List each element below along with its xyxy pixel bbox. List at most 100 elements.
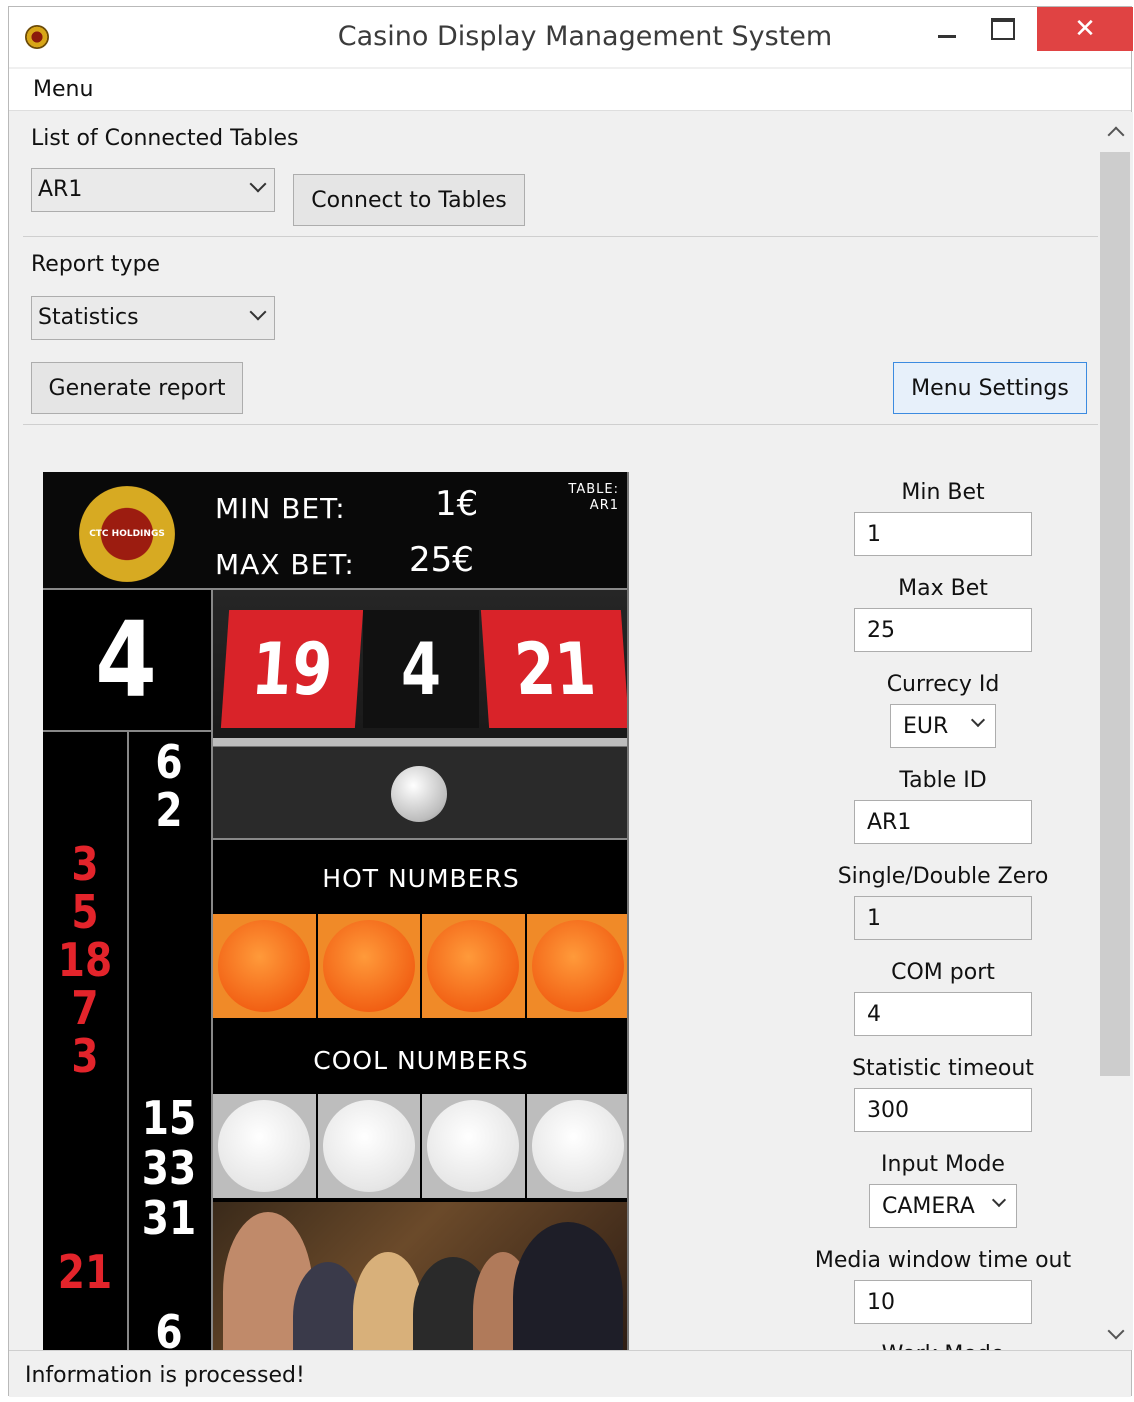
min-bet-label: Min Bet bbox=[901, 480, 985, 505]
table-id-label: Table ID bbox=[899, 768, 987, 793]
history-number: 7 bbox=[71, 981, 99, 1035]
com-port-input[interactable]: 4 bbox=[854, 992, 1032, 1036]
min-bet-value: 1€ bbox=[435, 484, 479, 524]
cool-number-tile bbox=[526, 1094, 627, 1198]
min-bet-input[interactable]: 1 bbox=[854, 512, 1032, 556]
max-bet-label: Max Bet bbox=[898, 576, 988, 601]
report-type-select[interactable]: Statistics bbox=[31, 296, 275, 340]
menu-item-menu[interactable]: Menu bbox=[33, 77, 93, 102]
hot-number-tile bbox=[213, 914, 316, 1018]
maximize-icon[interactable] bbox=[977, 7, 1029, 51]
menu-bar: Menu bbox=[9, 69, 1131, 111]
last-number: 4 bbox=[95, 599, 157, 721]
cool-ball-icon bbox=[322, 1100, 415, 1192]
currency-select[interactable]: EUR bbox=[890, 704, 996, 748]
table-label: TABLE: bbox=[568, 482, 619, 497]
generate-report-button[interactable]: Generate report bbox=[31, 362, 243, 414]
hot-numbers-row bbox=[213, 914, 627, 1018]
divider bbox=[213, 838, 627, 840]
input-mode-select[interactable]: CAMERA bbox=[869, 1184, 1017, 1228]
zero-mode-label: Single/Double Zero bbox=[837, 864, 1049, 889]
currency-label: Currecy Id bbox=[886, 672, 1000, 697]
media-timeout-label: Media window time out bbox=[814, 1248, 1072, 1273]
history-number: 33 bbox=[141, 1141, 197, 1195]
casino-promo-image bbox=[213, 1202, 627, 1350]
table-value: AR1 bbox=[589, 498, 619, 514]
table-indicator: TABLE: AR1 bbox=[568, 482, 619, 515]
divider bbox=[23, 424, 1098, 425]
cool-number-tile bbox=[317, 1094, 420, 1198]
status-message: Information is processed! bbox=[25, 1363, 305, 1388]
cool-numbers-title: COOL NUMBERS bbox=[313, 1046, 529, 1075]
wheel-pocket: 21 bbox=[480, 610, 627, 728]
history-number: 3 bbox=[71, 1029, 99, 1083]
hot-numbers-title: HOT NUMBERS bbox=[322, 864, 520, 893]
hot-ball-icon bbox=[218, 920, 311, 1012]
hot-ball-icon bbox=[427, 920, 520, 1012]
max-bet-label: MAX BET: bbox=[215, 548, 355, 581]
scrollbar-thumb[interactable] bbox=[1100, 152, 1130, 1076]
work-mode-label: Work Mode bbox=[843, 1342, 1043, 1350]
divider bbox=[127, 730, 129, 1350]
cool-number-tile bbox=[422, 1094, 525, 1198]
table-id-input[interactable]: AR1 bbox=[854, 800, 1032, 844]
status-bar: Information is processed! bbox=[9, 1350, 1131, 1397]
hot-number-tile bbox=[317, 914, 420, 1018]
zero-mode-input[interactable]: 1 bbox=[854, 896, 1032, 940]
scroll-up-icon[interactable] bbox=[1098, 116, 1133, 148]
divider bbox=[23, 236, 1098, 237]
hot-number-tile bbox=[422, 914, 525, 1018]
history-number: 15 bbox=[141, 1091, 197, 1145]
cool-ball-icon bbox=[427, 1100, 520, 1192]
hot-ball-icon bbox=[322, 920, 415, 1012]
minimize-icon[interactable] bbox=[921, 7, 973, 51]
cool-ball-icon bbox=[531, 1100, 624, 1192]
app-window: Casino Display Management System ✕ Menu … bbox=[8, 6, 1133, 1397]
history-number: 21 bbox=[57, 1245, 113, 1299]
connect-tables-button[interactable]: Connect to Tables bbox=[293, 174, 525, 226]
chevron-down-icon bbox=[991, 1192, 1007, 1208]
history-number: 6 bbox=[155, 735, 183, 789]
table-select[interactable]: AR1 bbox=[31, 168, 275, 212]
title-bar: Casino Display Management System ✕ bbox=[9, 7, 1133, 67]
history-number: 6 bbox=[155, 1305, 183, 1350]
history-number: 5 bbox=[71, 885, 99, 939]
cool-number-tile bbox=[213, 1094, 316, 1198]
wheel-pocket: 19 bbox=[220, 610, 364, 728]
min-bet-label: MIN BET: bbox=[215, 492, 346, 525]
max-bet-value: 25€ bbox=[409, 540, 474, 580]
input-mode-value: CAMERA bbox=[882, 1194, 975, 1219]
display-preview: CTC HOLDINGS MIN BET: 1€ MAX BET: 25€ TA… bbox=[43, 472, 629, 1350]
hot-number-tile bbox=[526, 914, 627, 1018]
max-bet-input[interactable]: 25 bbox=[854, 608, 1032, 652]
hot-ball-icon bbox=[531, 920, 624, 1012]
statistic-timeout-input[interactable]: 300 bbox=[854, 1088, 1032, 1132]
history-number: 31 bbox=[141, 1191, 197, 1245]
report-type-value: Statistics bbox=[38, 305, 139, 330]
history-number: 3 bbox=[71, 837, 99, 891]
ctc-holdings-logo: CTC HOLDINGS bbox=[79, 486, 175, 582]
history-number: 18 bbox=[57, 933, 113, 987]
close-icon[interactable]: ✕ bbox=[1037, 7, 1133, 51]
main-content: List of Connected Tables AR1 Connect to … bbox=[9, 112, 1098, 1350]
vertical-scrollbar[interactable] bbox=[1098, 112, 1133, 1350]
cool-numbers-row bbox=[213, 1094, 627, 1198]
menu-settings-button[interactable]: Menu Settings bbox=[893, 362, 1087, 414]
media-timeout-input[interactable]: 10 bbox=[854, 1280, 1032, 1324]
roulette-wheel: 19 4 21 bbox=[213, 590, 627, 838]
history-number: 2 bbox=[155, 783, 183, 837]
roulette-ball-icon bbox=[391, 766, 447, 822]
input-mode-label: Input Mode bbox=[881, 1152, 1005, 1177]
report-type-label: Report type bbox=[31, 252, 161, 277]
chevron-down-icon bbox=[970, 712, 986, 728]
scroll-down-icon[interactable] bbox=[1098, 1318, 1133, 1350]
wheel-pocket: 4 bbox=[363, 610, 479, 728]
preview-header: CTC HOLDINGS MIN BET: 1€ MAX BET: 25€ TA… bbox=[43, 472, 627, 588]
currency-value: EUR bbox=[903, 714, 949, 739]
divider bbox=[43, 730, 211, 732]
com-port-label: COM port bbox=[891, 960, 995, 985]
table-select-value: AR1 bbox=[38, 177, 83, 202]
statistic-timeout-label: Statistic timeout bbox=[852, 1056, 1034, 1081]
connected-tables-label: List of Connected Tables bbox=[31, 126, 299, 151]
chevron-down-icon bbox=[249, 175, 267, 193]
